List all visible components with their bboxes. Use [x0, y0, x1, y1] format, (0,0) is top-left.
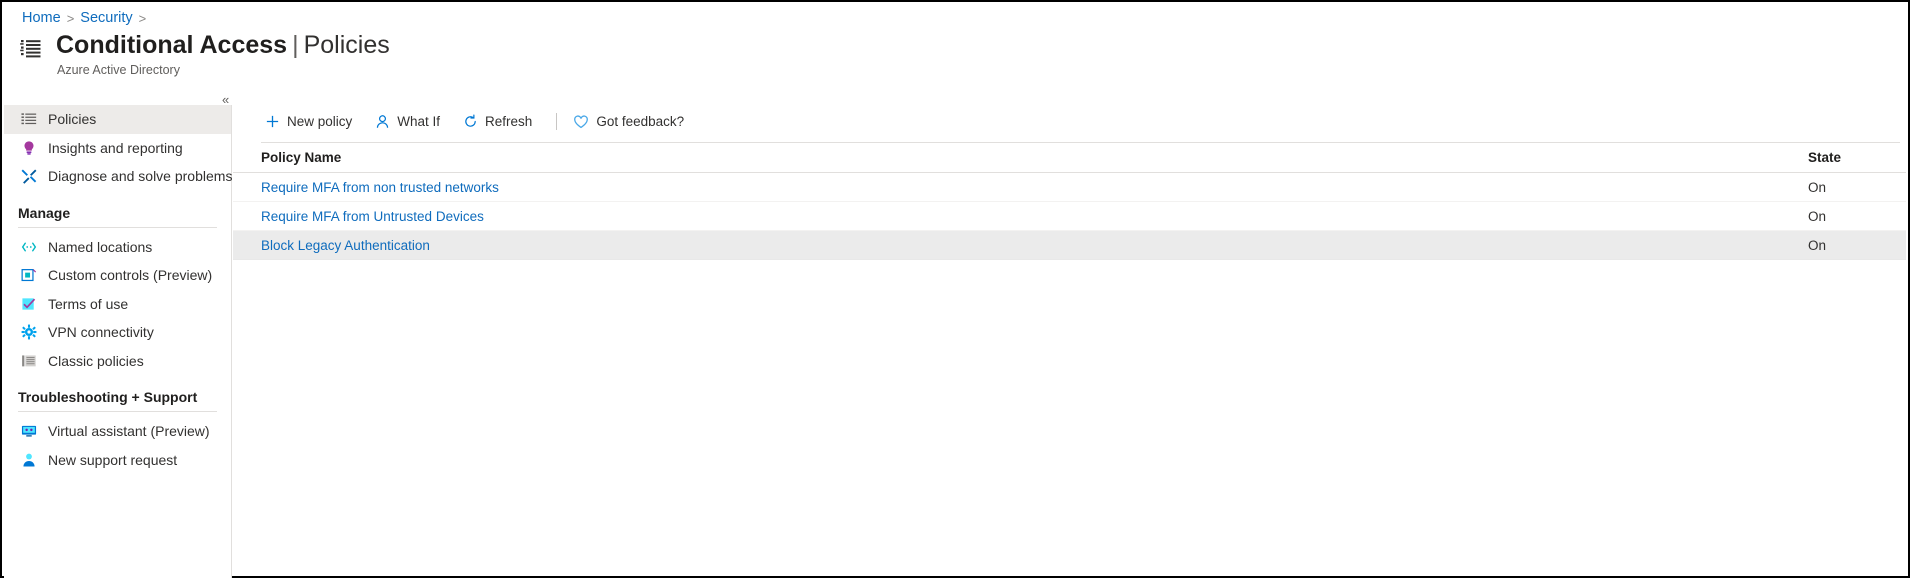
- what-if-button[interactable]: What If: [371, 110, 451, 134]
- breadcrumb-item-security[interactable]: Security: [80, 10, 132, 26]
- sidebar-item-label: Custom controls (Preview): [48, 267, 213, 284]
- sidebar-item-label: Diagnose and solve problems: [48, 168, 233, 185]
- sidebar-item-named-locations[interactable]: Named locations: [4, 233, 231, 262]
- table-row[interactable]: Require MFA from non trusted networks On: [233, 173, 1906, 202]
- page-title-zone: Conditional Access | Policies Azure Active…: [20, 30, 390, 77]
- person-icon: [374, 114, 390, 130]
- page-subtitle: Azure Active Directory: [57, 63, 180, 77]
- page-title-separator: |: [292, 31, 299, 59]
- sidebar-item-policies[interactable]: Policies: [4, 105, 231, 134]
- breadcrumb-item-home[interactable]: Home: [22, 10, 61, 26]
- table-row[interactable]: Require MFA from Untrusted Devices On: [233, 202, 1906, 231]
- sidebar-item-label: Classic policies: [48, 352, 144, 369]
- policy-link[interactable]: Block Legacy Authentication: [261, 238, 430, 253]
- sidebar-group-title-manage: Manage: [18, 204, 71, 221]
- page-title: Conditional Access | Policies: [56, 30, 390, 60]
- command-toolbar: New policy What If Refresh Got feedback?: [233, 105, 1906, 138]
- policy-name-cell: Require MFA from non trusted networks: [261, 180, 1786, 195]
- sidebar: Policies Insights and reporting Diagnose…: [4, 105, 232, 578]
- wrench-screwdriver-icon: [20, 168, 37, 185]
- person-support-icon: [20, 451, 37, 468]
- table-header-row: Policy Name State: [233, 143, 1906, 173]
- sidebar-item-classic-policies[interactable]: Classic policies: [4, 347, 231, 376]
- breadcrumb: Home > Security >: [22, 10, 146, 26]
- sidebar-item-label: Named locations: [48, 238, 153, 255]
- policy-name-cell: Block Legacy Authentication: [261, 238, 1786, 253]
- breadcrumb-separator-icon: >: [138, 10, 147, 26]
- policy-state-cell: On: [1786, 180, 1906, 195]
- new-policy-button[interactable]: New policy: [261, 110, 363, 134]
- plus-icon: [264, 114, 280, 130]
- page-title-main: Conditional Access: [56, 31, 288, 59]
- checkbox-checked-icon: [20, 295, 37, 312]
- refresh-icon: [462, 114, 478, 130]
- status-badge: On: [1808, 179, 1827, 195]
- square-in-square-icon: [20, 267, 37, 284]
- list-gray-icon: [20, 352, 37, 369]
- policy-state-cell: On: [1786, 238, 1906, 253]
- got-feedback-label: Got feedback?: [596, 114, 685, 129]
- lightbulb-icon: [20, 139, 37, 156]
- what-if-label: What If: [397, 114, 441, 129]
- refresh-label: Refresh: [485, 114, 533, 129]
- sidebar-item-label: Virtual assistant (Preview): [48, 423, 210, 440]
- gear-icon: [20, 324, 37, 341]
- column-header-state[interactable]: State: [1786, 150, 1906, 165]
- status-badge: On: [1808, 208, 1827, 224]
- policies-table: Policy Name State Require MFA from non t…: [233, 142, 1906, 260]
- policy-link[interactable]: Require MFA from Untrusted Devices: [261, 209, 484, 224]
- got-feedback-button[interactable]: Got feedback?: [570, 110, 695, 134]
- sidebar-group-divider: [18, 411, 217, 412]
- sidebar-item-virtual-assistant-preview[interactable]: Virtual assistant (Preview): [4, 417, 231, 446]
- list-icon: [20, 111, 37, 128]
- monitor-assistant-icon: [20, 423, 37, 440]
- sidebar-item-label: Policies: [48, 111, 97, 128]
- sidebar-item-insights-and-reporting[interactable]: Insights and reporting: [4, 134, 231, 163]
- sidebar-item-label: VPN connectivity: [48, 324, 154, 341]
- sidebar-item-label: Insights and reporting: [48, 139, 183, 156]
- sidebar-item-diagnose-and-solve-problems[interactable]: Diagnose and solve problems: [4, 162, 233, 191]
- policy-state-cell: On: [1786, 209, 1906, 224]
- status-badge: On: [1808, 237, 1827, 253]
- policy-name-cell: Require MFA from Untrusted Devices: [261, 209, 1786, 224]
- code-brackets-icon: [20, 238, 37, 255]
- sidebar-item-label: New support request: [48, 451, 178, 468]
- sidebar-item-terms-of-use[interactable]: Terms of use: [4, 290, 231, 319]
- list-policies-icon: [20, 36, 46, 66]
- policy-link[interactable]: Require MFA from non trusted networks: [261, 180, 499, 195]
- refresh-button[interactable]: Refresh: [459, 110, 543, 134]
- toolbar-divider: [556, 113, 558, 130]
- breadcrumb-separator-icon: >: [66, 10, 75, 26]
- heart-icon: [573, 114, 589, 130]
- sidebar-item-new-support-request[interactable]: New support request: [4, 446, 231, 475]
- sidebar-item-label: Terms of use: [48, 295, 129, 312]
- sidebar-group-title-troubleshooting-support: Troubleshooting + Support: [18, 389, 198, 405]
- new-policy-label: New policy: [287, 114, 353, 129]
- main-content: New policy What If Refresh Got feedback?…: [233, 105, 1906, 574]
- page-title-section: Policies: [303, 31, 390, 59]
- conditional-access-policies-page: Home > Security > Conditional Access | P…: [0, 0, 1910, 578]
- sidebar-item-custom-controls-preview[interactable]: Custom controls (Preview): [4, 261, 231, 290]
- column-header-policy-name[interactable]: Policy Name: [261, 150, 1786, 165]
- table-row[interactable]: Block Legacy Authentication On: [233, 231, 1906, 260]
- sidebar-item-vpn-connectivity[interactable]: VPN connectivity: [4, 318, 231, 347]
- sidebar-group-divider: [18, 226, 217, 228]
